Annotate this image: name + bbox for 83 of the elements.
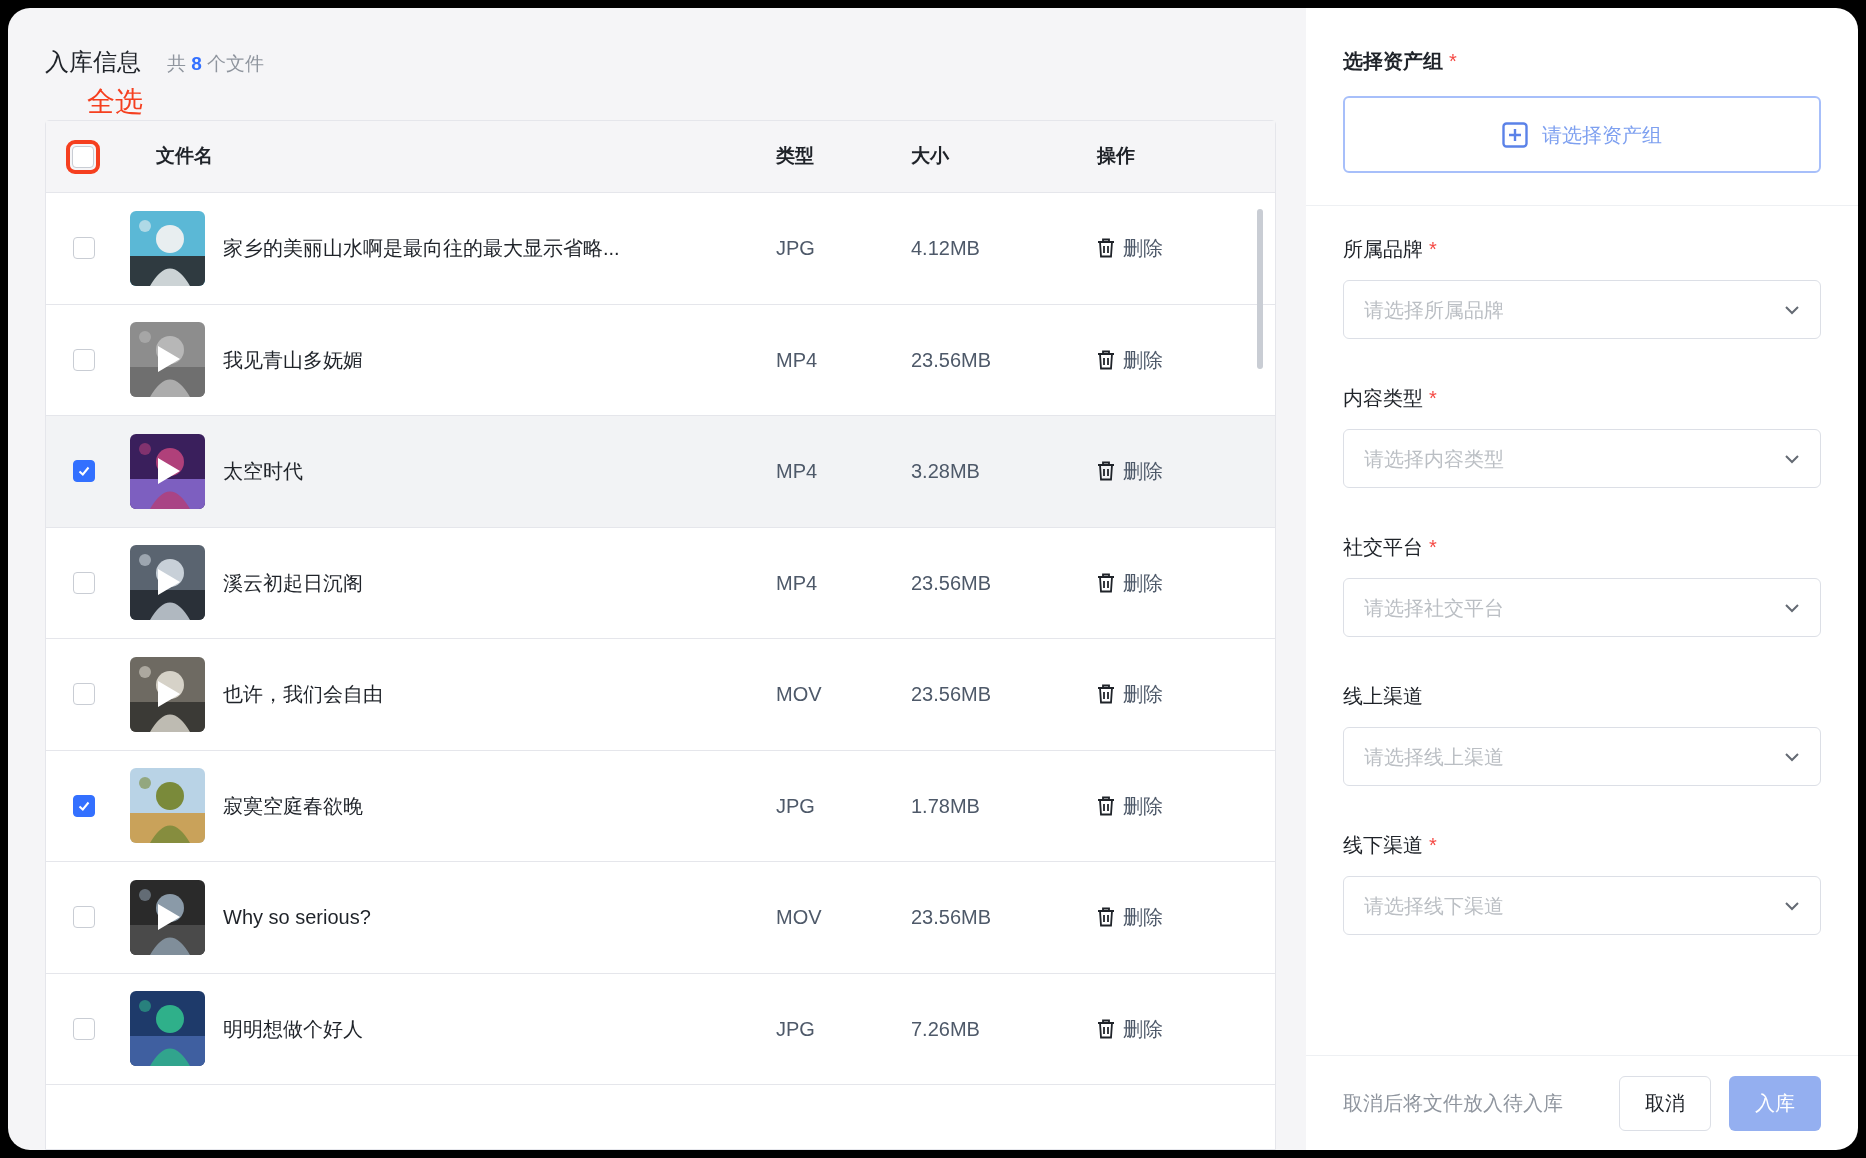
trash-icon — [1097, 238, 1115, 259]
required-mark: * — [1429, 386, 1437, 411]
trash-icon — [1097, 907, 1115, 928]
required-mark: * — [1429, 237, 1437, 262]
required-mark: * — [1429, 833, 1437, 858]
file-name: 寂寞空庭春欲晚 — [223, 793, 363, 819]
required-mark: * — [1449, 49, 1457, 74]
delete-button[interactable]: 删除 — [1097, 456, 1163, 487]
file-name: 我见青山多妩媚 — [223, 347, 363, 373]
cancel-button[interactable]: 取消 — [1619, 1075, 1711, 1131]
chevron-down-icon — [1784, 900, 1800, 911]
file-size: 23.56MB — [911, 905, 993, 931]
column-header: 文件名 — [156, 144, 214, 169]
checkbox[interactable] — [73, 348, 95, 371]
field-label: 所属品牌 — [1343, 237, 1423, 262]
delete-button[interactable]: 删除 — [1097, 233, 1163, 264]
trash-icon — [1097, 349, 1115, 370]
checkbox[interactable] — [73, 794, 95, 817]
field-label: 社交平台 — [1343, 535, 1423, 560]
play-icon — [158, 680, 180, 707]
field-label: 线下渠道 — [1343, 833, 1423, 858]
trash-icon — [1097, 461, 1115, 482]
checkbox[interactable] — [73, 571, 95, 594]
required-mark: * — [1429, 535, 1437, 560]
trash-icon — [1097, 795, 1115, 816]
file-type: MOV — [776, 682, 823, 708]
file-size: 23.56MB — [911, 570, 993, 596]
file-size: 23.56MB — [911, 347, 993, 373]
chevron-down-icon — [1784, 304, 1800, 315]
chevron-down-icon — [1784, 453, 1800, 464]
file-type: MP4 — [776, 459, 819, 485]
footer-hint: 取消后将文件放入待入库 — [1343, 1091, 1564, 1116]
file-size: 7.26MB — [911, 1016, 981, 1042]
delete-button[interactable]: 删除 — [1097, 902, 1163, 933]
field-label: 线上渠道 — [1343, 684, 1423, 709]
field-label: 内容类型 — [1343, 386, 1423, 411]
checkbox[interactable] — [73, 460, 95, 483]
file-type: JPG — [776, 236, 816, 262]
checkbox[interactable] — [73, 683, 95, 706]
file-type: MOV — [776, 905, 823, 931]
file-size: 1.78MB — [911, 793, 981, 819]
play-icon — [158, 457, 180, 484]
trash-icon — [1097, 1018, 1115, 1039]
column-header: 类型 — [776, 144, 815, 169]
file-count: 共 8 个文件 — [167, 52, 265, 76]
file-name: 太空时代 — [223, 459, 303, 485]
checkbox[interactable] — [73, 1017, 95, 1040]
play-icon — [158, 346, 180, 373]
checkbox[interactable] — [73, 906, 95, 929]
file-type: JPG — [776, 1016, 816, 1042]
table-row[interactable]: 太空时代 MP4 3.28MB 删除 — [46, 416, 1275, 528]
file-name: 家乡的美丽山水啊是最向往的最大显示省略... — [223, 236, 620, 262]
chevron-down-icon — [1784, 751, 1800, 762]
file-name: 也许，我们会自由 — [223, 682, 383, 708]
file-type: MP4 — [776, 347, 819, 373]
file-type: MP4 — [776, 570, 819, 596]
check-icon — [77, 464, 91, 479]
file-size: 4.12MB — [911, 236, 981, 262]
panel-title: 入库信息 — [45, 47, 141, 77]
delete-button[interactable]: 删除 — [1097, 1013, 1163, 1044]
file-size: 23.56MB — [911, 682, 993, 708]
file-name: 明明想做个好人 — [223, 1016, 363, 1042]
delete-button[interactable]: 删除 — [1097, 344, 1163, 375]
annotation-label: 全选 — [87, 88, 143, 116]
trash-icon — [1097, 684, 1115, 705]
delete-button[interactable]: 删除 — [1097, 790, 1163, 821]
delete-button[interactable]: 删除 — [1097, 679, 1163, 710]
field-label: 选择资产组 — [1343, 49, 1443, 74]
file-type: JPG — [776, 793, 816, 819]
chevron-down-icon — [1784, 602, 1800, 613]
play-icon — [158, 569, 180, 596]
file-size: 3.28MB — [911, 459, 981, 485]
play-icon — [158, 903, 180, 930]
column-header: 操作 — [1097, 144, 1136, 169]
checkbox[interactable] — [72, 145, 94, 168]
scrollbar[interactable] — [1257, 209, 1263, 369]
delete-button[interactable]: 删除 — [1097, 567, 1163, 598]
column-header: 大小 — [911, 144, 950, 169]
file-name: 溪云初起日沉阁 — [223, 570, 363, 596]
trash-icon — [1097, 572, 1115, 593]
add-icon — [1502, 121, 1528, 148]
file-name: Why so serious? — [223, 905, 371, 931]
checkbox[interactable] — [73, 237, 95, 260]
